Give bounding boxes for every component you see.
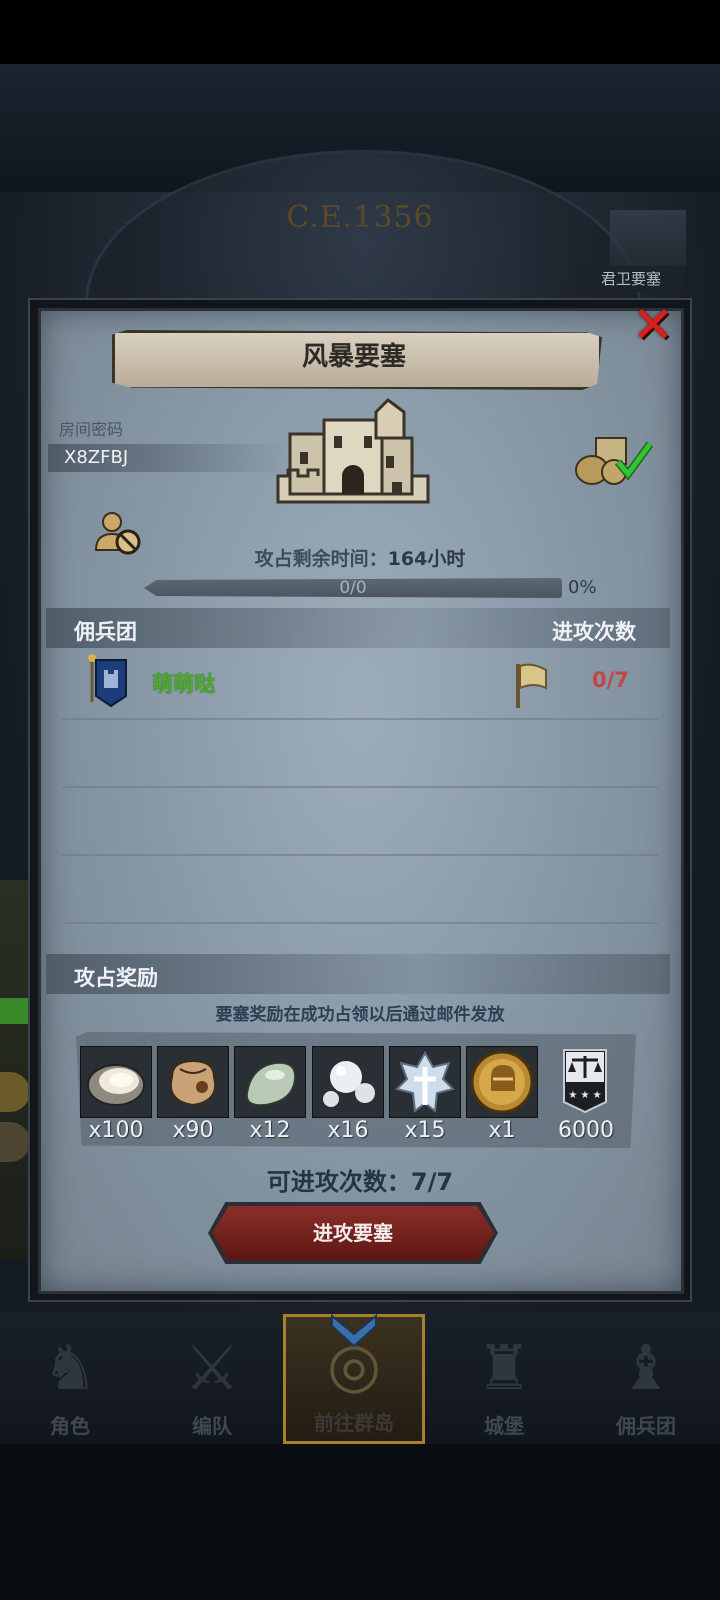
reward-qty: 6000 xyxy=(558,1118,614,1143)
sack-icon xyxy=(170,1059,216,1107)
attack-count-header-label: 进攻次数 xyxy=(552,620,636,644)
nav-label: 编队 xyxy=(192,1414,232,1438)
reward-slot xyxy=(157,1046,229,1118)
guild-banner-icon xyxy=(88,654,127,708)
mercenary-name[interactable]: 萌萌哒 xyxy=(152,668,215,698)
crystal-icon xyxy=(395,1050,455,1113)
reward-qty: x1 xyxy=(488,1118,516,1143)
dialog-title: 风暴要塞 xyxy=(301,342,406,372)
bottom-bar xyxy=(0,1444,720,1600)
nav-formation[interactable]: ⚔ 编队 xyxy=(142,1320,282,1440)
reward-slot xyxy=(80,1046,152,1118)
capture-progress-text: 0/0 xyxy=(339,578,367,598)
time-unit: 小时 xyxy=(427,548,466,570)
capture-progress-percent: 0% xyxy=(568,577,597,598)
reward-header-label: 攻占奖励 xyxy=(74,966,158,990)
time-label: 攻占剩余时间： xyxy=(254,548,388,570)
reward-item[interactable]: x1 xyxy=(466,1046,538,1166)
pearls-icon xyxy=(323,1061,375,1107)
justice-banner-icon: ★ ★ ★ xyxy=(563,1049,607,1114)
row-divider xyxy=(62,718,658,720)
chevron-down-icon xyxy=(331,1313,377,1348)
knight-coin-icon xyxy=(470,1050,534,1114)
mercenary-row[interactable] xyxy=(46,652,670,720)
character-icon: ♞ xyxy=(42,1331,98,1404)
supply-check-icon[interactable] xyxy=(574,432,654,488)
room-password-value[interactable]: X8ZFBJ xyxy=(64,444,128,472)
svg-text:★ ★ ★: ★ ★ ★ xyxy=(568,1090,601,1101)
formation-icon: ⚔ xyxy=(184,1331,240,1404)
available-attacks: 可进攻次数：7/7 xyxy=(0,1162,720,1197)
reward-slot xyxy=(466,1046,538,1118)
left-side-strip xyxy=(0,880,30,1260)
reward-item[interactable]: x90 xyxy=(157,1046,229,1166)
corner-castle-thumbnail xyxy=(610,210,686,266)
mercenary-icon: ♝ xyxy=(618,1331,674,1404)
attack-fortress-button-label[interactable]: 进攻要塞 xyxy=(212,1206,494,1260)
nav-castle[interactable]: ♜ 城堡 xyxy=(434,1320,574,1440)
row-divider xyxy=(62,786,658,788)
capture-time-remaining: 攻占剩余时间：164小时 xyxy=(0,544,720,571)
attack-flag-icon xyxy=(516,663,547,708)
mercenary-header-label: 佣兵团 xyxy=(74,620,137,644)
available-attacks-label: 可进攻次数： xyxy=(266,1168,411,1196)
row-divider xyxy=(62,922,658,924)
mercenary-attack-count: 0/7 xyxy=(592,668,629,692)
nav-label: 前往群岛 xyxy=(314,1411,394,1435)
nav-label: 佣兵团 xyxy=(616,1414,676,1438)
close-icon[interactable]: ✕ xyxy=(628,300,678,350)
room-password-label: 房间密码 xyxy=(59,420,124,439)
reward-item[interactable]: x12 xyxy=(234,1046,306,1166)
reward-item[interactable]: x16 xyxy=(312,1046,384,1166)
jade-stone-icon xyxy=(245,1061,297,1107)
oyster-icon xyxy=(87,1064,145,1106)
reward-note: 要塞奖励在成功占领以后通过邮件发放 xyxy=(215,1005,505,1025)
corner-fortress-label: 君卫要塞 xyxy=(578,266,684,292)
row-divider xyxy=(62,854,658,856)
reward-slot xyxy=(389,1046,461,1118)
reward-item[interactable]: x100 xyxy=(80,1046,152,1166)
reward-item[interactable]: x15 xyxy=(389,1046,461,1166)
reward-slot xyxy=(312,1046,384,1118)
nav-label: 角色 xyxy=(50,1414,90,1438)
time-value: 164 xyxy=(387,548,428,570)
nav-character[interactable]: ♞ 角色 xyxy=(0,1320,140,1440)
castle-icon: ♜ xyxy=(476,1331,532,1404)
available-attacks-value: 7/7 xyxy=(410,1168,454,1196)
fortress-castle-icon xyxy=(276,398,430,504)
nav-mercenary[interactable]: ♝ 佣兵团 xyxy=(576,1320,716,1440)
nav-label: 城堡 xyxy=(484,1414,524,1438)
reward-slot xyxy=(234,1046,306,1118)
reward-item[interactable]: ★ ★ ★ 6000 xyxy=(550,1046,622,1166)
